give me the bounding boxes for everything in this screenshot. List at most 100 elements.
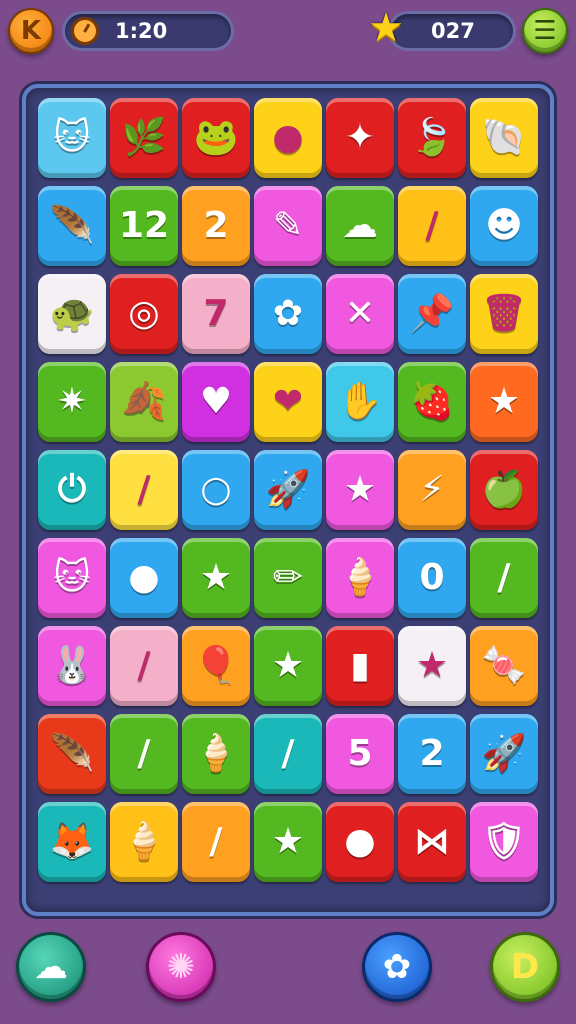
tile-r2-c2[interactable]: 12 (110, 186, 178, 266)
heart-icon: ♥ (199, 381, 233, 422)
number-2-icon: 2 (203, 205, 229, 246)
candy-icon: ✺ (166, 947, 196, 987)
tile-r1-c3[interactable]: 🐸 (182, 98, 250, 178)
tile-r1-c4[interactable]: ● (254, 98, 322, 178)
tile-r9-c7[interactable]: 🛡 (470, 802, 538, 882)
menu-button[interactable]: ☰ (522, 8, 568, 54)
tile-r7-c5[interactable]: ▮ (326, 626, 394, 706)
cross-icon: ✕ (344, 293, 376, 334)
ice-cream-icon: 🍦 (193, 733, 239, 774)
tile-r1-c1[interactable]: 🐱 (38, 98, 106, 178)
tile-r3-c2[interactable]: ◎ (110, 274, 178, 354)
star-icon: ★ (271, 821, 305, 862)
tile-r8-c1[interactable]: 🪶 (38, 714, 106, 794)
tile-r9-c2[interactable]: 🍦 (110, 802, 178, 882)
tile-r5-c4[interactable]: 🚀 (254, 450, 322, 530)
game-board: 🐱 🌿 🐸 ● ✦ 🍃 🐚 🪶 12 2 ✎ ☁ / ☻ 🐢 ◎ 7 ✿ ✕ 📌 🗑 ✷ 🍂 ♥ ❤ ✋ 🍓 ★ ⏻ / ○ 🚀 ★ ⚡ 🍏 🐱 ● ★ ✏… (22, 84, 554, 916)
tile-r7-c4[interactable]: ★ (254, 626, 322, 706)
tile-r6-c1[interactable]: 🐱 (38, 538, 106, 618)
power-icon: ⏻ (57, 469, 87, 510)
hand-icon: ✋ (337, 381, 383, 422)
tile-r9-c5[interactable]: ● (326, 802, 394, 882)
cloud-button[interactable]: ☁ (16, 932, 86, 1002)
number-7-icon: 7 (203, 293, 229, 334)
tile-r4-c4[interactable]: ❤ (254, 362, 322, 442)
tile-r2-c6[interactable]: / (398, 186, 466, 266)
candy-button[interactable]: ✺ (146, 932, 216, 1002)
tile-r2-c5[interactable]: ☁ (326, 186, 394, 266)
tile-r9-c1[interactable]: 🦊 (38, 802, 106, 882)
tile-r8-c7[interactable]: 🚀 (470, 714, 538, 794)
stick-icon: / (137, 645, 151, 686)
tile-r4-c6[interactable]: 🍓 (398, 362, 466, 442)
tile-r3-c1[interactable]: 🐢 (38, 274, 106, 354)
tile-r6-c2[interactable]: ● (110, 538, 178, 618)
tile-r4-c5[interactable]: ✋ (326, 362, 394, 442)
star-face-icon: ★ (415, 645, 449, 686)
tile-r3-c4[interactable]: ✿ (254, 274, 322, 354)
tile-r3-c6[interactable]: 📌 (398, 274, 466, 354)
tile-r3-c5[interactable]: ✕ (326, 274, 394, 354)
stick-icon: / (137, 469, 151, 510)
tile-r5-c5[interactable]: ★ (326, 450, 394, 530)
tile-r7-c3[interactable]: 🎈 (182, 626, 250, 706)
tile-r2-c7[interactable]: ☻ (470, 186, 538, 266)
tile-r8-c5[interactable]: 5 (326, 714, 394, 794)
tile-r4-c7[interactable]: ★ (470, 362, 538, 442)
feather-icon: 🪶 (49, 733, 95, 774)
tile-r6-c7[interactable]: / (470, 538, 538, 618)
tile-r1-c2[interactable]: 🌿 (110, 98, 178, 178)
tile-r9-c4[interactable]: ★ (254, 802, 322, 882)
tile-r1-c5[interactable]: ✦ (326, 98, 394, 178)
rocket-icon: 🚀 (481, 733, 527, 774)
tile-r5-c7[interactable]: 🍏 (470, 450, 538, 530)
tile-r5-c1[interactable]: ⏻ (38, 450, 106, 530)
star-icon: ★ (343, 469, 377, 510)
tile-r7-c7[interactable]: 🍬 (470, 626, 538, 706)
stick-icon: / (137, 733, 151, 774)
tile-r7-c2[interactable]: / (110, 626, 178, 706)
feather-icon: 🪶 (49, 205, 95, 246)
settings-button[interactable]: ✿ (362, 932, 432, 1002)
star-icon: ★ (487, 381, 521, 422)
number-0-icon: 0 (419, 557, 445, 598)
tile-r3-c3[interactable]: 7 (182, 274, 250, 354)
tile-r1-c6[interactable]: 🍃 (398, 98, 466, 178)
tile-r2-c3[interactable]: 2 (182, 186, 250, 266)
tile-r3-c7[interactable]: 🗑 (470, 274, 538, 354)
tile-r6-c5[interactable]: 🍦 (326, 538, 394, 618)
tile-r6-c6[interactable]: 0 (398, 538, 466, 618)
pencil-icon: ✎ (272, 205, 304, 246)
tile-r4-c1[interactable]: ✷ (38, 362, 106, 442)
tile-r6-c4[interactable]: ✏ (254, 538, 322, 618)
tile-r8-c6[interactable]: 2 (398, 714, 466, 794)
tile-r4-c2[interactable]: 🍂 (110, 362, 178, 442)
tile-r4-c3[interactable]: ♥ (182, 362, 250, 442)
tile-r8-c3[interactable]: 🍦 (182, 714, 250, 794)
tile-r8-c4[interactable]: / (254, 714, 322, 794)
number-5-icon: 5 (347, 733, 373, 774)
number-12-icon: 12 (118, 205, 170, 246)
tile-r9-c6[interactable]: ⋈ (398, 802, 466, 882)
heart-icon: ❤ (272, 381, 304, 422)
tile-r5-c6[interactable]: ⚡ (398, 450, 466, 530)
back-button[interactable]: K (8, 8, 54, 54)
flower-face-icon: ✿ (272, 293, 304, 334)
tile-r7-c6[interactable]: ★ (398, 626, 466, 706)
tile-r6-c3[interactable]: ★ (182, 538, 250, 618)
tile-r2-c1[interactable]: 🪶 (38, 186, 106, 266)
tile-r7-c1[interactable]: 🐰 (38, 626, 106, 706)
tile-r5-c2[interactable]: / (110, 450, 178, 530)
top-hud: K 1:20 027 ★ ☰ (0, 0, 576, 70)
play-icon: D (510, 947, 540, 987)
tile-r2-c4[interactable]: ✎ (254, 186, 322, 266)
tile-r5-c3[interactable]: ○ (182, 450, 250, 530)
tile-r9-c3[interactable]: / (182, 802, 250, 882)
play-button[interactable]: D (490, 932, 560, 1002)
bunny-face-icon: 🐰 (49, 645, 95, 686)
rocket-icon: 🚀 (265, 469, 311, 510)
tile-r8-c2[interactable]: / (110, 714, 178, 794)
shell-icon: 🐚 (481, 117, 527, 158)
hamburger-menu-icon: ☰ (533, 16, 557, 46)
tile-r1-c7[interactable]: 🐚 (470, 98, 538, 178)
